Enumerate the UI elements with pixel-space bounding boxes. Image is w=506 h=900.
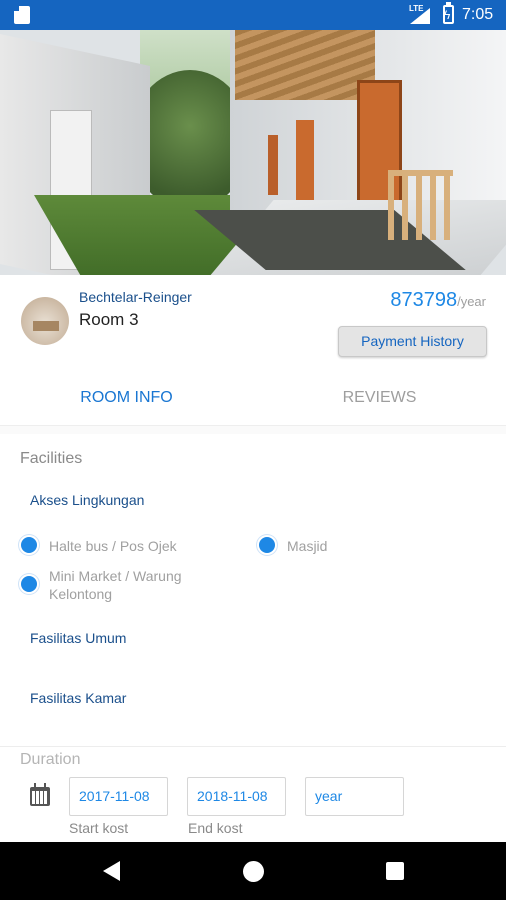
calendar-icon (30, 783, 50, 806)
listing-header: Bechtelar-Reinger Room 3 873798/year Pay… (0, 275, 506, 370)
photo-roof (235, 30, 375, 100)
back-icon[interactable] (103, 861, 120, 881)
room-name: Room 3 (79, 310, 139, 329)
facility-category-fasilitas-kamar[interactable]: Fasilitas Kamar (30, 690, 126, 706)
tab-reviews[interactable]: REVIEWS (253, 370, 506, 426)
sd-card-icon (14, 6, 30, 24)
room-photo[interactable] (0, 30, 506, 275)
payment-history-button[interactable]: Payment History (338, 326, 487, 357)
facility-category-fasilitas-umum[interactable]: Fasilitas Umum (30, 630, 126, 646)
status-bar: LTE 7:05 (0, 0, 506, 30)
photo-door (268, 135, 278, 195)
facilities-title: Facilities (20, 450, 83, 467)
navigation-bar (0, 842, 506, 900)
price-unit: /year (457, 294, 486, 309)
facility-category-akses-lingkungan[interactable]: Akses Lingkungan (30, 492, 144, 508)
facility-item: Masjid (287, 538, 328, 554)
owner-avatar (21, 297, 69, 345)
duration-title: Duration (20, 751, 81, 768)
facility-item: Mini Market / Warung Kelontong (49, 568, 182, 602)
facility-radio[interactable] (21, 537, 37, 553)
start-date-field[interactable]: 2017-11-08 (69, 777, 168, 816)
facility-radio[interactable] (21, 576, 37, 592)
price: 873798/year (390, 289, 486, 312)
status-time: 7:05 (462, 6, 494, 23)
facility-radio[interactable] (259, 537, 275, 553)
photo-door (296, 120, 314, 210)
recent-apps-icon[interactable] (386, 862, 404, 880)
signal-icon (410, 8, 430, 24)
owner-name[interactable]: Bechtelar-Reinger (79, 289, 192, 305)
tab-room-info[interactable]: ROOM INFO (0, 370, 253, 426)
price-amount: 873798 (390, 289, 458, 311)
battery-charging-icon (443, 2, 454, 24)
end-date-field[interactable]: 2018-11-08 (187, 777, 286, 816)
divider (0, 746, 506, 747)
facility-item: Halte bus / Pos Ojek (49, 538, 177, 554)
home-icon[interactable] (243, 861, 264, 882)
end-date-label: End kost (188, 820, 243, 836)
period-field[interactable]: year (305, 777, 404, 816)
section-gap (0, 426, 506, 434)
photo-bench (388, 170, 453, 240)
tab-bar: ROOM INFO REVIEWS (0, 370, 506, 426)
start-date-label: Start kost (69, 820, 129, 836)
